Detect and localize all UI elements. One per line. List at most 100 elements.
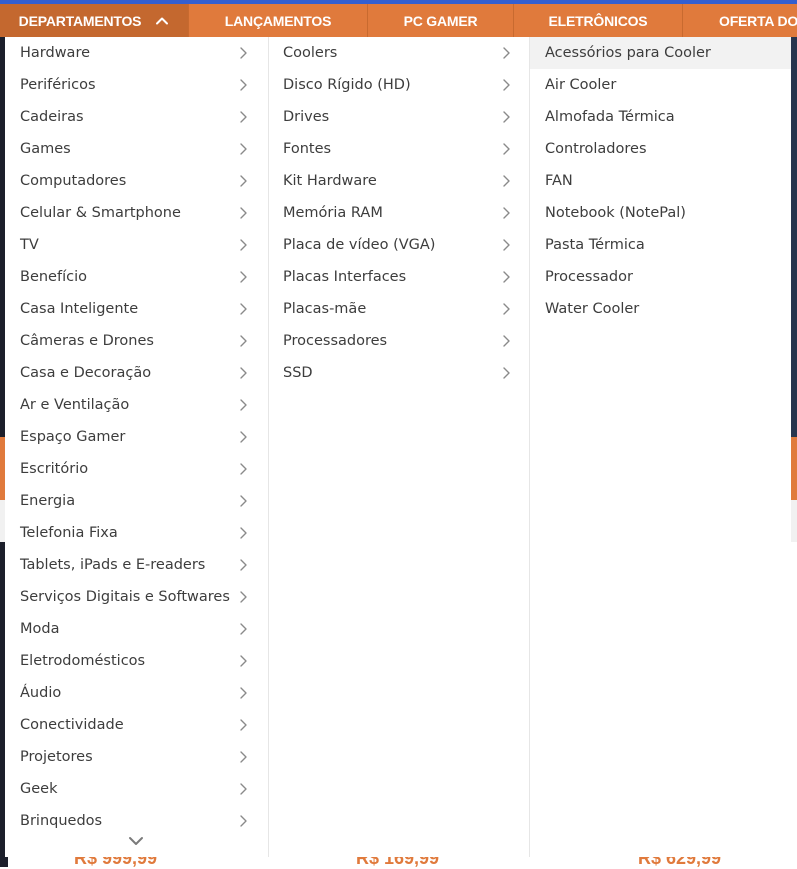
chevron-right-icon bbox=[238, 302, 248, 316]
chevron-right-icon bbox=[238, 238, 248, 252]
department-menu-item[interactable]: Tablets, iPads e E-readers bbox=[5, 549, 266, 581]
menu-item-label: Controladores bbox=[545, 141, 647, 157]
department-menu-item[interactable]: Casa Inteligente bbox=[5, 293, 266, 325]
chevron-right-icon bbox=[238, 558, 248, 572]
menu-item-label: Kit Hardware bbox=[283, 173, 377, 189]
menu-item-label: FAN bbox=[545, 173, 573, 189]
chevron-right-icon bbox=[238, 718, 248, 732]
nav-oferta-do-dia[interactable]: OFERTA DO bbox=[683, 4, 797, 37]
nav-label: LANÇAMENTOS bbox=[224, 12, 332, 29]
chevron-right-icon bbox=[501, 238, 511, 252]
menu-item-label: Áudio bbox=[20, 685, 62, 701]
menu-item-label: Benefício bbox=[20, 269, 87, 285]
menu-item-label: TV bbox=[20, 237, 39, 253]
chevron-right-icon bbox=[501, 174, 511, 188]
menu-item-label: Drives bbox=[283, 109, 330, 125]
department-menu-item[interactable]: Espaço Gamer bbox=[5, 421, 266, 453]
hardware-menu-item[interactable]: Kit Hardware bbox=[269, 165, 529, 197]
menu-item-label: Processadores bbox=[283, 333, 388, 349]
department-menu-item[interactable]: Hardware bbox=[5, 37, 266, 69]
cooler-menu-item[interactable]: Pasta Térmica bbox=[530, 229, 791, 261]
departments-list: Hardware Periféricos Cadeiras Games Computad… bbox=[5, 37, 266, 837]
cooler-menu-item[interactable]: Acessórios para Cooler bbox=[530, 37, 791, 69]
cooler-menu-item[interactable]: Processador bbox=[530, 261, 791, 293]
chevron-right-icon bbox=[501, 78, 511, 92]
cooler-menu-item[interactable]: Air Cooler bbox=[530, 69, 791, 101]
hardware-menu-item[interactable]: Fontes bbox=[269, 133, 529, 165]
menu-item-label: Geek bbox=[20, 781, 58, 797]
nav-lancamentos[interactable]: LANÇAMENTOS bbox=[189, 4, 368, 37]
menu-item-label: Fontes bbox=[283, 141, 332, 157]
department-menu-item[interactable]: Serviços Digitais e Softwares bbox=[5, 581, 266, 613]
menu-item-label: Periféricos bbox=[20, 77, 96, 93]
hardware-menu-item[interactable]: Placas Interfaces bbox=[269, 261, 529, 293]
department-menu-item[interactable]: Eletrodomésticos bbox=[5, 645, 266, 677]
department-menu-item[interactable]: Conectividade bbox=[5, 709, 266, 741]
hardware-menu-item[interactable]: Processadores bbox=[269, 325, 529, 357]
chevron-right-icon bbox=[238, 366, 248, 380]
department-menu-item[interactable]: Energia bbox=[5, 485, 266, 517]
menu-item-label: Notebook (NotePal) bbox=[545, 205, 686, 221]
department-menu-item[interactable]: Benefício bbox=[5, 261, 266, 293]
chevron-right-icon bbox=[238, 654, 248, 668]
chevron-right-icon bbox=[238, 142, 248, 156]
department-menu-item[interactable]: Moda bbox=[5, 613, 266, 645]
hardware-menu-item[interactable]: Disco Rígido (HD) bbox=[269, 69, 529, 101]
department-menu-item[interactable]: TV bbox=[5, 229, 266, 261]
hardware-menu-item[interactable]: Memória RAM bbox=[269, 197, 529, 229]
hardware-menu-item[interactable]: Coolers bbox=[269, 37, 529, 69]
nav-departamentos[interactable]: DEPARTAMENTOS bbox=[0, 4, 189, 37]
department-menu-item[interactable]: Games bbox=[5, 133, 266, 165]
menu-item-label: Memória RAM bbox=[283, 205, 383, 221]
hardware-menu-item[interactable]: Placa de vídeo (VGA) bbox=[269, 229, 529, 261]
chevron-right-icon bbox=[238, 622, 248, 636]
chevron-right-icon bbox=[238, 430, 248, 444]
cooler-menu-item[interactable]: Water Cooler bbox=[530, 293, 791, 325]
menu-item-label: Energia bbox=[20, 493, 76, 509]
menu-item-label: Computadores bbox=[20, 173, 127, 189]
menu-item-label: Casa Inteligente bbox=[20, 301, 139, 317]
menu-item-label: Conectividade bbox=[20, 717, 124, 733]
chevron-right-icon bbox=[238, 686, 248, 700]
nav-pc-gamer[interactable]: PC GAMER bbox=[368, 4, 514, 37]
chevron-down-icon[interactable] bbox=[127, 833, 145, 847]
cooler-menu-item[interactable]: Notebook (NotePal) bbox=[530, 197, 791, 229]
menu-item-label: Processador bbox=[545, 269, 633, 285]
menu-item-label: Games bbox=[20, 141, 71, 157]
chevron-right-icon bbox=[501, 142, 511, 156]
department-menu-item[interactable]: Geek bbox=[5, 773, 266, 805]
nav-eletronicos[interactable]: ELETRÔNICOS bbox=[514, 4, 683, 37]
department-menu-item[interactable]: Periféricos bbox=[5, 69, 266, 101]
menu-item-label: Telefonia Fixa bbox=[20, 525, 118, 541]
department-menu-item[interactable]: Ar e Ventilação bbox=[5, 389, 266, 421]
department-menu-item[interactable]: Projetores bbox=[5, 741, 266, 773]
chevron-right-icon bbox=[238, 78, 248, 92]
chevron-right-icon bbox=[501, 270, 511, 284]
hero-banner-right-edge bbox=[790, 37, 797, 437]
cooler-menu-item[interactable]: Almofada Térmica bbox=[530, 101, 791, 133]
department-menu-item[interactable]: Celular & Smartphone bbox=[5, 197, 266, 229]
nav-label: DEPARTAMENTOS bbox=[18, 12, 142, 29]
cooler-menu-item[interactable]: FAN bbox=[530, 165, 791, 197]
department-menu-item[interactable]: Áudio bbox=[5, 677, 266, 709]
menu-item-label: Almofada Térmica bbox=[545, 109, 675, 125]
menu-item-label: Casa e Decoração bbox=[20, 365, 152, 381]
chevron-right-icon bbox=[501, 110, 511, 124]
hardware-menu-item[interactable]: SSD bbox=[269, 357, 529, 389]
hardware-menu-item[interactable]: Drives bbox=[269, 101, 529, 133]
hardware-menu-item[interactable]: Placas-mãe bbox=[269, 293, 529, 325]
chevron-right-icon bbox=[238, 334, 248, 348]
menu-item-label: Pasta Térmica bbox=[545, 237, 645, 253]
chevron-right-icon bbox=[238, 494, 248, 508]
department-menu-item[interactable]: Computadores bbox=[5, 165, 266, 197]
menu-item-label: Hardware bbox=[20, 45, 91, 61]
cooler-menu-item[interactable]: Controladores bbox=[530, 133, 791, 165]
chevron-right-icon bbox=[501, 366, 511, 380]
department-menu-item[interactable]: Casa e Decoração bbox=[5, 357, 266, 389]
department-menu-item[interactable]: Escritório bbox=[5, 453, 266, 485]
department-menu-item[interactable]: Telefonia Fixa bbox=[5, 517, 266, 549]
department-menu-item[interactable]: Câmeras e Drones bbox=[5, 325, 266, 357]
department-menu-item[interactable]: Cadeiras bbox=[5, 101, 266, 133]
chevron-right-icon bbox=[238, 206, 248, 220]
menu-item-label: Eletrodomésticos bbox=[20, 653, 146, 669]
